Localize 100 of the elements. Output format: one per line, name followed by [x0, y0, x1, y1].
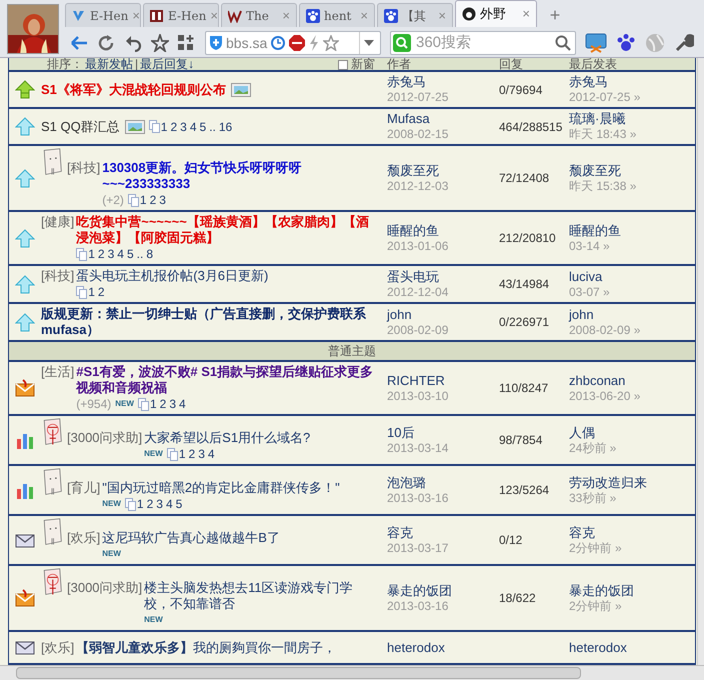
horizontal-scrollbar[interactable]	[0, 665, 704, 680]
page-link[interactable]: 3	[198, 446, 205, 462]
thread-title[interactable]: 大家希望以后S1用什么域名?	[144, 430, 375, 446]
author-link[interactable]: Mufasa	[387, 111, 499, 126]
pages-icon	[166, 448, 178, 460]
browser-tab[interactable]: hent ×	[299, 3, 375, 27]
scroll-thumb[interactable]	[16, 667, 581, 679]
page-link[interactable]: 16	[218, 118, 232, 134]
page-link[interactable]: 2	[150, 192, 156, 208]
page-link[interactable]: 2	[188, 446, 196, 462]
author-link[interactable]: 暴走的饭团	[387, 582, 499, 598]
dropdown-button[interactable]	[359, 32, 377, 54]
page-link[interactable]: 4	[179, 396, 186, 412]
author-link[interactable]: heterodox	[387, 640, 499, 655]
adblock-icon	[289, 35, 306, 51]
page-link[interactable]: 3	[108, 246, 114, 262]
page-link[interactable]: 2	[146, 496, 154, 512]
last-poster-link[interactable]: luciva	[569, 268, 695, 284]
page-link[interactable]: ..	[209, 118, 216, 134]
sort-link[interactable]: 最新发帖	[85, 58, 133, 70]
page-link[interactable]: ..	[136, 246, 144, 262]
vertical-scrollbar[interactable]	[697, 58, 704, 665]
wrench-icon	[674, 33, 694, 53]
author-link[interactable]: RICHTER	[387, 372, 499, 388]
author-link[interactable]: john	[387, 306, 499, 322]
page-link[interactable]: 1	[150, 396, 157, 412]
last-poster-link[interactable]: 睡醒的鱼	[569, 222, 695, 238]
section-header: 普通主题	[9, 342, 695, 362]
category-tag: [健康]	[41, 214, 74, 230]
page-link[interactable]: 1	[178, 446, 186, 462]
browser-tab[interactable]: 外野 ×	[455, 0, 537, 27]
last-poster-link[interactable]: heterodox	[569, 640, 695, 655]
page-link[interactable]: 2	[160, 396, 166, 412]
last-poster-link[interactable]: 琉璃·晨曦	[569, 111, 695, 126]
page-link[interactable]: 2	[170, 118, 178, 134]
reply-count: 98/7854	[499, 432, 544, 449]
page-link[interactable]: 3	[156, 496, 163, 512]
thread-title[interactable]: #S1有爱，波波不败# S1捐款与探望后继贴征求更多视频和音频祝福	[76, 364, 375, 396]
thread-title[interactable]: 130308更新。妇女节快乐呀呀呀呀~~~233333333	[102, 160, 375, 192]
page-link[interactable]: 2	[98, 284, 105, 300]
checkbox[interactable]	[338, 60, 348, 70]
author-link[interactable]: 赤兔马	[387, 74, 499, 89]
sticker-face-icon	[41, 418, 63, 446]
tab-label: 外野	[480, 5, 507, 24]
page-link[interactable]: 5	[126, 246, 134, 262]
page-link[interactable]: 3	[180, 118, 187, 134]
sticker-face-icon	[41, 468, 63, 496]
page-link[interactable]: 3	[169, 396, 176, 412]
page-link[interactable]: 1	[88, 246, 95, 262]
thread-title[interactable]: S1《将军》大混战轮回规则公布	[41, 82, 226, 98]
thread-title[interactable]: S1 QQ群汇总	[41, 118, 120, 134]
sort-link[interactable]: 最后回复↓	[140, 58, 194, 70]
page-link[interactable]: 5	[176, 496, 182, 512]
page-link[interactable]: 4	[208, 446, 215, 462]
browser-tab[interactable]: The ×	[221, 3, 297, 27]
page-link[interactable]: 5	[200, 118, 206, 134]
thread-title[interactable]: 版规更新：禁止一切绅士贴（广告直接删，交保护费联系mufasa）	[41, 306, 375, 338]
page-link[interactable]: 1	[88, 284, 95, 300]
author-link[interactable]: 睡醒的鱼	[387, 222, 499, 238]
post-date: 2013-03-16	[387, 490, 450, 506]
new-label: NEW	[102, 548, 121, 560]
page-link[interactable]: 1	[160, 118, 168, 134]
page-link[interactable]: 1	[136, 496, 144, 512]
author-link[interactable]: 颓废至死	[387, 162, 499, 178]
last-poster-link[interactable]: john	[569, 306, 695, 322]
search-field[interactable]: 360搜索	[390, 31, 576, 55]
page-link[interactable]: 2	[98, 246, 105, 262]
thread-title[interactable]: 蛋头电玩主机报价帖(3月6日更新)	[76, 268, 375, 284]
thread-title[interactable]: 楼主头脑发热想去11区读游戏专门学校，不知靠谱否	[144, 580, 375, 612]
last-poster-link[interactable]: 容克	[569, 524, 695, 540]
page-link[interactable]: 8	[146, 246, 154, 262]
address-field[interactable]: bbs.sa	[205, 31, 381, 55]
pinned-arrow-icon	[15, 80, 35, 99]
last-poster-link[interactable]: zhbconan	[569, 372, 695, 388]
search-input[interactable]: 360搜索	[416, 32, 552, 54]
last-poster-link[interactable]: 劳动改造归来	[569, 474, 695, 490]
author-link[interactable]: 泡泡璐	[387, 474, 499, 490]
last-poster-link[interactable]: 人偶	[569, 424, 695, 440]
post-date: 2012-12-03	[387, 178, 450, 194]
browser-tab[interactable]: 【其 ×	[377, 3, 453, 27]
thread-title[interactable]: 吃货集中营~~~~~~【瑶族黄酒】【农家腊肉】【酒浸泡菜】【阿胶固元糕】	[76, 214, 375, 246]
thread-title[interactable]: "国内玩过暗黑2的肯定比金庸群侠传多！"	[102, 480, 375, 496]
thread-title[interactable]: 【弱智儿童欢乐多】我的厕夠買你一間房子，	[76, 640, 375, 656]
author-link[interactable]: 容克	[387, 524, 499, 540]
page-link[interactable]: 4	[166, 496, 173, 512]
browser-tab[interactable]: E-Hen ×	[65, 3, 141, 27]
author-link[interactable]: 蛋头电玩	[387, 268, 499, 284]
page-link[interactable]: 3	[159, 192, 166, 208]
page-link[interactable]: 4	[190, 118, 196, 134]
search-icon	[555, 35, 571, 51]
last-poster-link[interactable]: 颓废至死	[569, 162, 695, 178]
page-link[interactable]: 1	[140, 192, 147, 208]
last-poster-link[interactable]: 赤兔马	[569, 74, 695, 89]
page-link[interactable]: 4	[117, 246, 124, 262]
thread-title[interactable]: 这尼玛软广告真心越做越牛B了	[102, 530, 375, 546]
browser-tab[interactable]: E-Hen ×	[143, 3, 219, 27]
author-link[interactable]: 10后	[387, 424, 499, 440]
undo-icon	[124, 34, 142, 52]
last-poster-link[interactable]: 暴走的饭团	[569, 582, 695, 598]
new-tab-button[interactable]: +	[539, 3, 571, 27]
